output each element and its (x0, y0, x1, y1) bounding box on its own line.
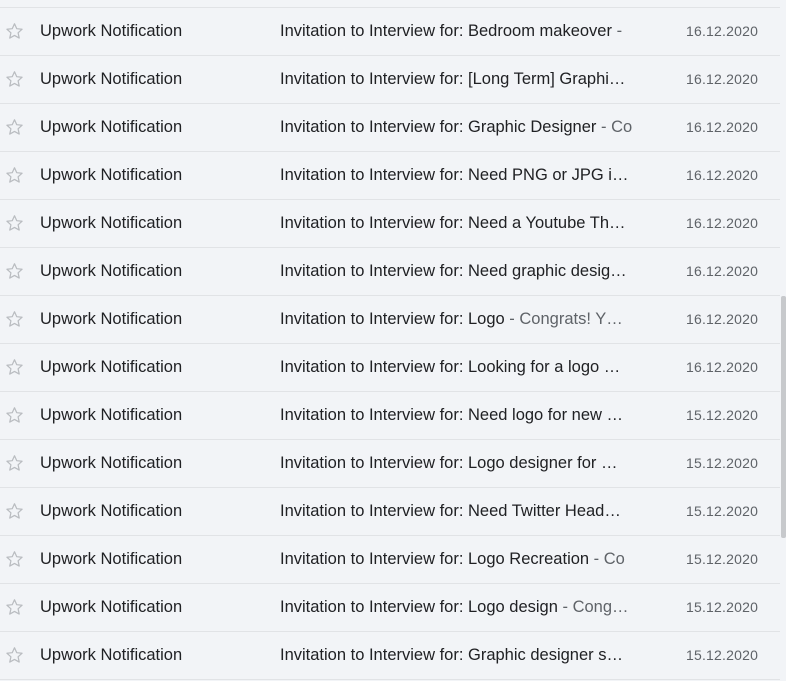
message-row[interactable]: Upwork Notification Invitation to Interv… (0, 536, 780, 584)
received-date: 16.12.2020 (686, 215, 759, 231)
sender-name: Upwork Notification (40, 310, 183, 328)
subject-text: Invitation to Interview for: Bedroom mak… (280, 22, 612, 40)
message-row[interactable]: Upwork Notification Invitation to Interv… (0, 344, 780, 392)
subject-text: Invitation to Interview for: Logo Recrea… (280, 550, 590, 568)
subject-line: Invitation to Interview for: Logo design… (280, 440, 638, 487)
subject-text: Invitation to Interview for: Graphic Des… (280, 118, 597, 136)
snippet-text: - Congrats! Y… (504, 310, 623, 328)
subject-text: Invitation to Interview for: Looking for… (280, 358, 621, 376)
received-date: 16.12.2020 (686, 263, 759, 279)
sender-name: Upwork Notification (40, 118, 183, 136)
message-row[interactable]: Upwork Notification Invitation to Interv… (0, 584, 780, 632)
sender-name: Upwork Notification (40, 598, 183, 616)
received-date: 16.12.2020 (686, 119, 759, 135)
subject-line: Invitation to Interview for: Need logo f… (280, 392, 638, 439)
star-icon[interactable] (4, 261, 25, 282)
subject-text: Invitation to Interview for: Need logo f… (280, 406, 624, 424)
subject-line: Invitation to Interview for: Graphic des… (280, 632, 638, 679)
sender-name: Upwork Notification (40, 550, 183, 568)
sender-name: Upwork Notification (40, 502, 183, 520)
received-date: 15.12.2020 (686, 647, 759, 663)
message-row[interactable]: Upwork Notification Invitation to Interv… (0, 632, 780, 680)
subject-line: Invitation to Interview for: Need PNG or… (280, 152, 638, 199)
subject-line: Invitation to Interview for: Looking for… (280, 344, 638, 391)
subject-text: Invitation to Interview for: Logo (280, 310, 505, 328)
sender-name: Upwork Notification (40, 166, 183, 184)
subject-line: Invitation to Interview for: Logo design… (280, 584, 638, 631)
snippet-text: - Co (589, 550, 625, 568)
snippet-text: - (611, 22, 623, 40)
received-date: 16.12.2020 (686, 167, 759, 183)
star-icon[interactable] (4, 165, 25, 186)
sender-name: Upwork Notification (40, 454, 183, 472)
message-list: Upwork Notification Invitation to Interv… (0, 7, 780, 680)
subject-line: Invitation to Interview for: [Long Term]… (280, 56, 638, 103)
subject-text: Invitation to Interview for: Need graphi… (280, 262, 627, 280)
subject-text: Invitation to Interview for: [Long Term]… (280, 70, 626, 88)
subject-line: Invitation to Interview for: Graphic Des… (280, 104, 638, 151)
subject-text: Invitation to Interview for: Logo design (280, 598, 558, 616)
star-icon[interactable] (4, 357, 25, 378)
subject-line: Invitation to Interview for: Logo Recrea… (280, 536, 638, 583)
star-icon[interactable] (4, 453, 25, 474)
subject-line: Invitation to Interview for: Logo - Cong… (280, 296, 638, 343)
sender-name: Upwork Notification (40, 70, 183, 88)
received-date: 15.12.2020 (686, 551, 759, 567)
sender-name: Upwork Notification (40, 406, 183, 424)
received-date: 16.12.2020 (686, 23, 759, 39)
received-date: 16.12.2020 (686, 71, 759, 87)
subject-text: Invitation to Interview for: Need a Yout… (280, 214, 626, 232)
sender-name: Upwork Notification (40, 262, 183, 280)
scrollbar-thumb[interactable] (781, 296, 786, 538)
star-icon[interactable] (4, 405, 25, 426)
star-icon[interactable] (4, 501, 25, 522)
star-icon[interactable] (4, 117, 25, 138)
subject-line: Invitation to Interview for: Need graphi… (280, 248, 638, 295)
message-row[interactable]: Upwork Notification Invitation to Interv… (0, 8, 780, 56)
star-icon[interactable] (4, 213, 25, 234)
star-icon[interactable] (4, 597, 25, 618)
sender-name: Upwork Notification (40, 646, 183, 664)
star-icon[interactable] (4, 549, 25, 570)
subject-line: Invitation to Interview for: Need a Yout… (280, 200, 638, 247)
message-row[interactable]: Upwork Notification Invitation to Interv… (0, 392, 780, 440)
subject-text: Invitation to Interview for: Need PNG or… (280, 166, 629, 184)
message-row[interactable]: Upwork Notification Invitation to Interv… (0, 104, 780, 152)
message-row[interactable]: Upwork Notification Invitation to Interv… (0, 56, 780, 104)
message-row[interactable]: Upwork Notification Invitation to Interv… (0, 488, 780, 536)
subject-line: Invitation to Interview for: Need Twitte… (280, 488, 638, 535)
subject-line: Invitation to Interview for: Bedroom mak… (280, 8, 638, 55)
star-icon[interactable] (4, 645, 25, 666)
message-row[interactable]: Upwork Notification Invitation to Interv… (0, 440, 780, 488)
star-icon[interactable] (4, 21, 25, 42)
received-date: 15.12.2020 (686, 455, 759, 471)
star-icon[interactable] (4, 69, 25, 90)
received-date: 16.12.2020 (686, 359, 759, 375)
subject-text: Invitation to Interview for: Need Twitte… (280, 502, 621, 520)
message-row[interactable]: Upwork Notification Invitation to Interv… (0, 152, 780, 200)
snippet-text: - Co (596, 118, 633, 136)
sender-name: Upwork Notification (40, 358, 183, 376)
received-date: 15.12.2020 (686, 503, 759, 519)
sender-name: Upwork Notification (40, 22, 183, 40)
star-icon[interactable] (4, 309, 25, 330)
message-row[interactable]: Upwork Notification Invitation to Interv… (0, 200, 780, 248)
received-date: 15.12.2020 (686, 599, 759, 615)
message-row[interactable]: Upwork Notification Invitation to Interv… (0, 296, 780, 344)
sender-name: Upwork Notification (40, 214, 183, 232)
message-row[interactable]: Upwork Notification Invitation to Interv… (0, 248, 780, 296)
subject-text: Invitation to Interview for: Graphic des… (280, 646, 623, 664)
received-date: 15.12.2020 (686, 407, 759, 423)
subject-text: Invitation to Interview for: Logo design… (280, 454, 618, 472)
received-date: 16.12.2020 (686, 311, 759, 327)
snippet-text: - Cong… (557, 598, 629, 616)
